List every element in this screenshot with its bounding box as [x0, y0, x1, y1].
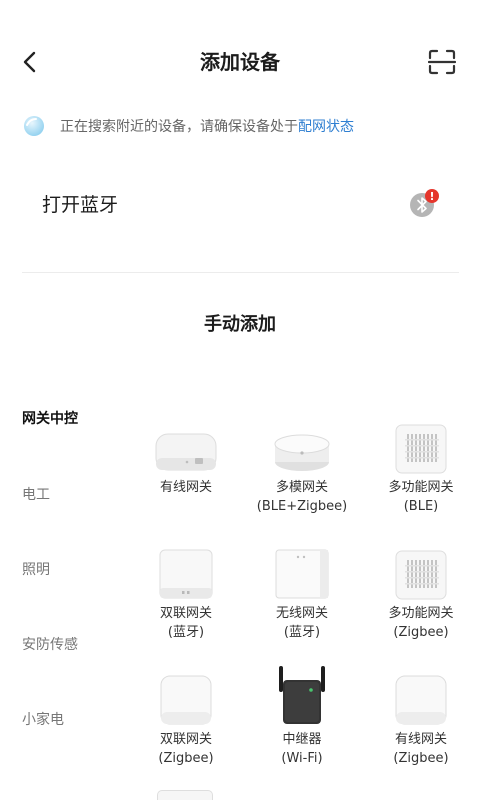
- multifunction-gateway-icon: [395, 550, 447, 600]
- device-item[interactable]: 多模网关 (BLE+Zigbee): [243, 398, 361, 516]
- device-name: 有线网关: [159, 480, 212, 495]
- category-small-appliance[interactable]: 小家电: [22, 709, 64, 729]
- device-item[interactable]: 多功能网关 (Zigbee): [362, 524, 480, 642]
- partial-device-thumbnail[interactable]: [157, 790, 213, 800]
- wireless-gateway-icon: [275, 549, 329, 599]
- bluetooth-alert-mark: !: [429, 190, 434, 203]
- device-name: 多功能网关: [388, 480, 454, 495]
- bluetooth-icon[interactable]: !: [408, 188, 440, 220]
- device-item[interactable]: 有线网关 (Zigbee): [362, 650, 480, 768]
- device-subname: (BLE+Zigbee): [256, 499, 348, 514]
- device-item[interactable]: 无线网关 (蓝牙): [243, 524, 361, 642]
- network-mode-link[interactable]: 配网状态: [298, 116, 354, 136]
- device-item[interactable]: 双联网关 (蓝牙): [127, 524, 245, 642]
- device-subname: (Zigbee): [393, 625, 449, 640]
- wifi-repeater-icon: [279, 666, 325, 724]
- device-subname: (蓝牙): [167, 625, 205, 640]
- device-name: 无线网关: [275, 606, 328, 621]
- device-subname: (Zigbee): [158, 751, 214, 766]
- device-name: 多功能网关: [388, 606, 454, 621]
- divider: [22, 272, 459, 273]
- header: 添加设备: [0, 0, 480, 124]
- device-name: 多模网关: [275, 480, 328, 495]
- category-gateway[interactable]: 网关中控: [22, 408, 78, 428]
- scan-frame-icon: [428, 49, 456, 75]
- category-electrical[interactable]: 电工: [22, 484, 50, 504]
- bluetooth-label: 打开蓝牙: [42, 194, 119, 216]
- device-name: 有线网关: [394, 732, 447, 747]
- wired-gateway-icon: [395, 675, 447, 725]
- multimode-gateway-icon: [274, 434, 330, 471]
- manual-add-title: 手动添加: [204, 314, 276, 335]
- searching-bubble-icon: [24, 116, 44, 136]
- device-subname: (Zigbee): [393, 751, 449, 766]
- device-item[interactable]: 多功能网关 (BLE): [362, 398, 480, 516]
- notice-text: 正在搜索附近的设备，请确保设备处于: [60, 119, 298, 135]
- page-title: 添加设备: [200, 50, 280, 74]
- chevron-left-icon: [23, 51, 36, 73]
- device-name: 双联网关: [159, 732, 212, 747]
- dual-gateway-icon: [159, 549, 213, 599]
- bluetooth-row[interactable]: 打开蓝牙 !: [22, 176, 460, 232]
- device-item[interactable]: 中继器 (Wi-Fi): [243, 650, 361, 768]
- device-name: 双联网关: [159, 606, 212, 621]
- device-subname: (蓝牙): [283, 625, 321, 640]
- scan-button[interactable]: [424, 44, 460, 80]
- multifunction-gateway-icon: [395, 424, 447, 474]
- search-notice: 正在搜索附近的设备，请确保设备处于 配网状态: [22, 112, 354, 140]
- wired-gateway-icon: [155, 433, 217, 471]
- device-item[interactable]: 双联网关 (Zigbee): [127, 650, 245, 768]
- device-item[interactable]: 有线网关: [127, 398, 245, 497]
- category-lighting[interactable]: 照明: [22, 559, 50, 579]
- device-name: 中继器: [282, 732, 322, 747]
- back-button[interactable]: [14, 44, 46, 80]
- category-security[interactable]: 安防传感: [22, 634, 78, 654]
- device-subname: (BLE): [403, 499, 439, 514]
- dual-gateway-icon: [160, 675, 212, 725]
- device-subname: (Wi-Fi): [281, 751, 323, 766]
